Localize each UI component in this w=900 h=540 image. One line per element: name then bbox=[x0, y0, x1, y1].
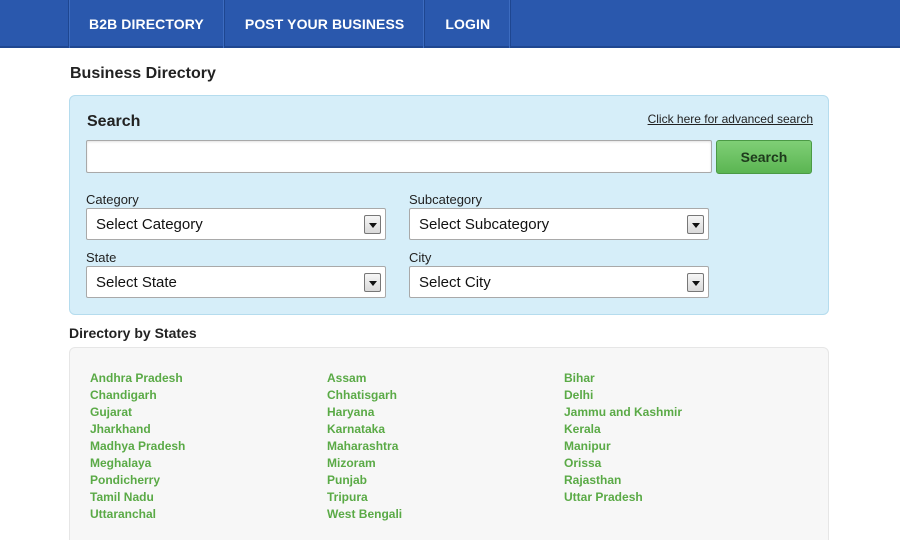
nav-item-login[interactable]: LOGIN bbox=[425, 0, 512, 48]
state-column-1: Andhra Pradesh Chandigarh Gujarat Jharkh… bbox=[90, 370, 185, 523]
category-label: Category bbox=[86, 192, 139, 207]
directory-by-states-heading: Directory by States bbox=[69, 325, 197, 341]
category-selected-value: Select Category bbox=[96, 216, 203, 233]
search-button[interactable]: Search bbox=[716, 140, 812, 174]
state-link[interactable]: Punjab bbox=[327, 472, 402, 489]
subcategory-label: Subcategory bbox=[409, 192, 482, 207]
nav-item-post-your-business[interactable]: POST YOUR BUSINESS bbox=[225, 0, 426, 48]
search-panel: Search Click here for advanced search Se… bbox=[69, 95, 829, 315]
state-link[interactable]: Jammu and Kashmir bbox=[564, 404, 682, 421]
chevron-down-icon[interactable] bbox=[687, 273, 704, 292]
state-link[interactable]: Jharkhand bbox=[90, 421, 185, 438]
state-link[interactable]: Rajasthan bbox=[564, 472, 682, 489]
state-link[interactable]: Maharashtra bbox=[327, 438, 402, 455]
state-link[interactable]: Tripura bbox=[327, 489, 402, 506]
state-link[interactable]: Delhi bbox=[564, 387, 682, 404]
subcategory-select[interactable]: Select Subcategory bbox=[409, 208, 709, 240]
state-selected-value: Select State bbox=[96, 274, 177, 291]
state-link[interactable]: Pondicherry bbox=[90, 472, 185, 489]
state-link[interactable]: Mizoram bbox=[327, 455, 402, 472]
state-link[interactable]: Andhra Pradesh bbox=[90, 370, 185, 387]
state-link[interactable]: Uttar Pradesh bbox=[564, 489, 682, 506]
state-column-2: Assam Chhatisgarh Haryana Karnataka Maha… bbox=[327, 370, 402, 523]
nav-item-b2b-directory[interactable]: B2B DIRECTORY bbox=[69, 0, 225, 48]
state-select[interactable]: Select State bbox=[86, 266, 386, 298]
states-panel: Andhra Pradesh Chandigarh Gujarat Jharkh… bbox=[69, 347, 829, 540]
page-title: Business Directory bbox=[70, 65, 216, 82]
state-link[interactable]: Haryana bbox=[327, 404, 402, 421]
state-link[interactable]: Uttaranchal bbox=[90, 506, 185, 523]
state-link[interactable]: Bihar bbox=[564, 370, 682, 387]
nav-menu: B2B DIRECTORY POST YOUR BUSINESS LOGIN bbox=[68, 0, 512, 48]
chevron-down-icon[interactable] bbox=[364, 273, 381, 292]
chevron-down-icon[interactable] bbox=[687, 215, 704, 234]
chevron-down-icon[interactable] bbox=[364, 215, 381, 234]
state-link[interactable]: Assam bbox=[327, 370, 402, 387]
state-link[interactable]: Gujarat bbox=[90, 404, 185, 421]
search-input[interactable] bbox=[86, 140, 712, 173]
state-link[interactable]: Chhatisgarh bbox=[327, 387, 402, 404]
category-select[interactable]: Select Category bbox=[86, 208, 386, 240]
city-selected-value: Select City bbox=[419, 274, 491, 291]
city-label: City bbox=[409, 250, 432, 265]
state-link[interactable]: Manipur bbox=[564, 438, 682, 455]
state-link[interactable]: Orissa bbox=[564, 455, 682, 472]
state-link[interactable]: Kerala bbox=[564, 421, 682, 438]
city-select[interactable]: Select City bbox=[409, 266, 709, 298]
state-link[interactable]: Meghalaya bbox=[90, 455, 185, 472]
state-link[interactable]: Karnataka bbox=[327, 421, 402, 438]
advanced-search-link[interactable]: Click here for advanced search bbox=[648, 112, 813, 126]
top-navigation-bar: B2B DIRECTORY POST YOUR BUSINESS LOGIN bbox=[0, 0, 900, 48]
search-heading: Search bbox=[87, 113, 141, 130]
state-link[interactable]: Madhya Pradesh bbox=[90, 438, 185, 455]
state-link[interactable]: Tamil Nadu bbox=[90, 489, 185, 506]
state-column-3: Bihar Delhi Jammu and Kashmir Kerala Man… bbox=[564, 370, 682, 506]
state-link[interactable]: Chandigarh bbox=[90, 387, 185, 404]
state-label: State bbox=[86, 250, 117, 265]
subcategory-selected-value: Select Subcategory bbox=[419, 216, 550, 233]
state-link[interactable]: West Bengali bbox=[327, 506, 402, 523]
